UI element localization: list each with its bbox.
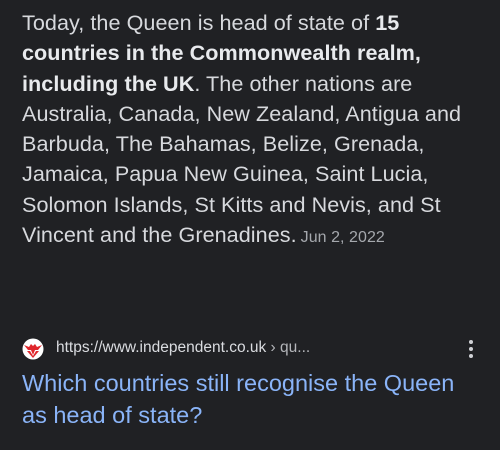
snippet-date: Jun 2, 2022 [300,229,385,247]
result-title-link[interactable]: Which countries still recognise the Quee… [22,367,482,431]
more-vert-icon[interactable] [468,340,474,362]
result-source[interactable]: https://www.independent.co.uk › qu... [22,337,482,361]
featured-snippet: Today, the Queen is head of state of 15 … [22,8,484,253]
result-url-path: › qu... [266,339,311,356]
snippet-text-rest: . The other nations are Australia, Canad… [22,70,462,248]
independent-eagle-icon [22,338,44,360]
snippet-text-intro: Today, the Queen is head of state of [22,10,376,35]
result-url[interactable]: https://www.independent.co.uk › qu... [56,339,310,357]
